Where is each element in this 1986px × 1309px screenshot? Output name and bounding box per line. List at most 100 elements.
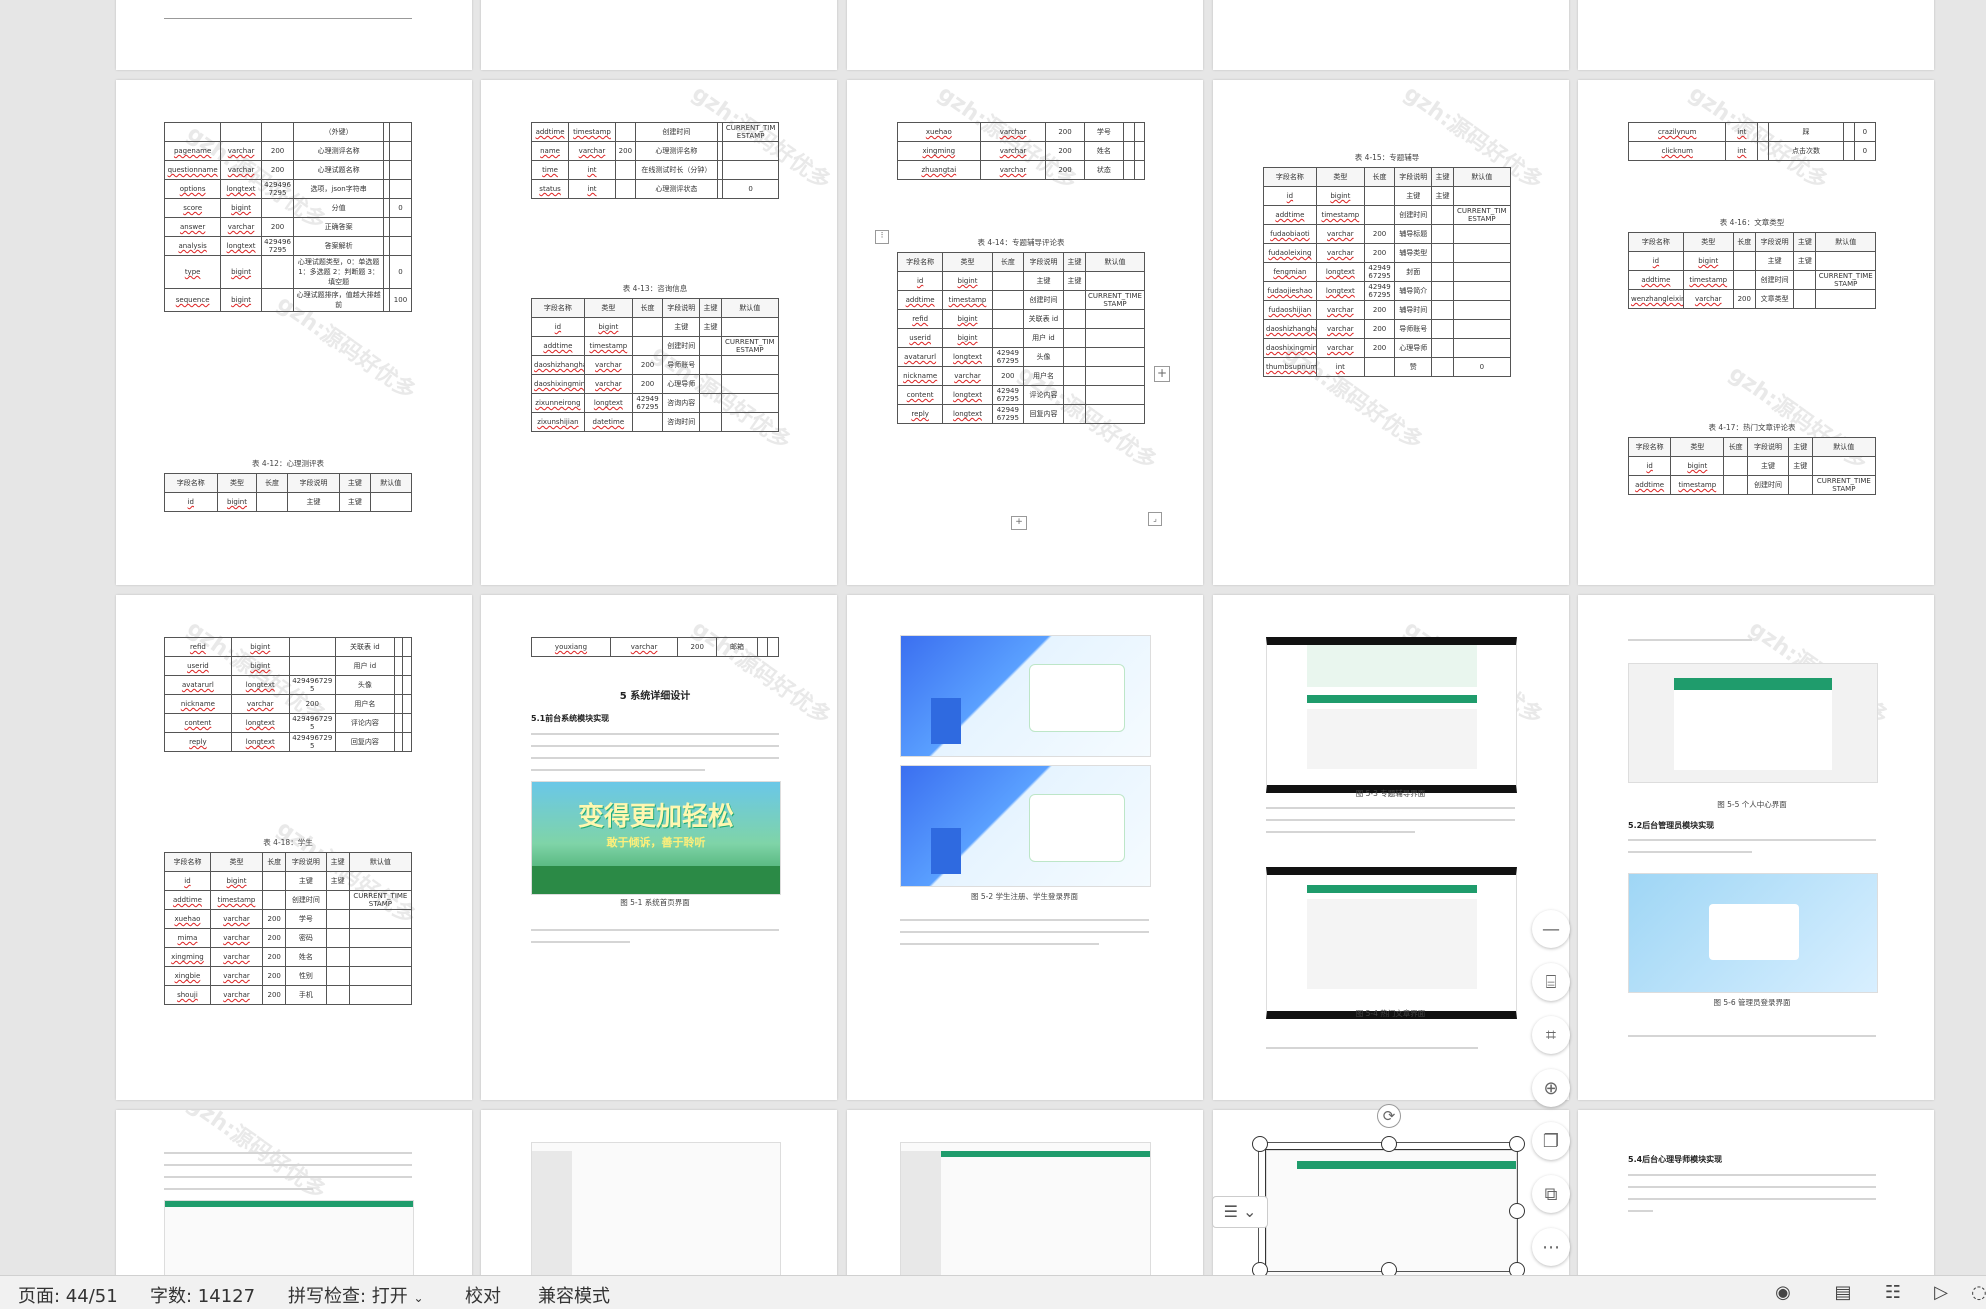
cell: CURRENT_TIMESTAMP: [1815, 270, 1876, 290]
outline-view-icon[interactable]: ☷: [1880, 1280, 1906, 1304]
crop-icon[interactable]: ⌗: [1532, 1016, 1570, 1054]
table-row: refid bigint 关联表 id: [896, 309, 1146, 329]
cell: thumbsupnum: [1263, 357, 1317, 377]
page-p10[interactable]: gzh:源码好优多 图 5-5 个人中心界面 5.2后台管理员模块实现 图 5-…: [1578, 595, 1934, 1100]
cell: [163, 122, 222, 142]
page-p4[interactable]: gzh:源码好优多 gzh:源码好优多 表 4-15：专题辅导 字段名称 类型 长度…: [1213, 80, 1569, 585]
cell: 踩: [1768, 122, 1844, 142]
resize-handle[interactable]: [1252, 1136, 1268, 1152]
add-row-button[interactable]: +: [1011, 516, 1027, 530]
page-p5[interactable]: gzh:源码好优多 gzh:源码好优多 crazilynum int 踩 0 click…: [1578, 80, 1934, 585]
page-p6[interactable]: gzh:源码好优多 gzh:源码好优多 refid bigint 关联表 id use…: [116, 595, 472, 1100]
cell: score: [163, 198, 222, 218]
cell: [1452, 243, 1512, 263]
page-p3[interactable]: gzh:源码好优多 gzh:源码好优多 xuehao varchar 200 学号 xi…: [847, 80, 1203, 585]
eye-protection-icon[interactable]: ◉: [1770, 1280, 1796, 1304]
page-top-4[interactable]: [1213, 0, 1569, 70]
page-top-1[interactable]: [116, 0, 472, 70]
cell: bigint: [942, 271, 993, 291]
page-indicator[interactable]: 页面: 44/51: [18, 1282, 118, 1308]
table-row: xingbie varchar 200 性别: [164, 966, 413, 986]
cell: varchar: [942, 366, 993, 386]
proofread-button[interactable]: 校对: [465, 1282, 501, 1308]
cell: [260, 122, 295, 142]
page-p15[interactable]: 5.4后台心理导师模块实现: [1578, 1110, 1934, 1275]
collapse-icon[interactable]: —: [1532, 910, 1570, 948]
cell: [631, 336, 664, 356]
ocr-icon[interactable]: ⧉: [1532, 1175, 1570, 1213]
table-move-handle[interactable]: ⁝: [875, 230, 889, 244]
cell: [1084, 309, 1146, 329]
cell: 学号: [1083, 122, 1125, 142]
resize-handle[interactable]: [1252, 1262, 1268, 1275]
column-header: 字段名称: [531, 298, 585, 318]
cell: clicknum: [1627, 141, 1727, 161]
cell: content: [164, 713, 232, 733]
admin-screenshot: [531, 1142, 781, 1275]
cell: [388, 217, 413, 237]
cell: 创建时间: [1022, 290, 1064, 310]
more-icon[interactable]: ⋯: [1532, 1228, 1570, 1266]
web-view-icon[interactable]: ◌: [1966, 1280, 1986, 1304]
cell: 主键: [1394, 186, 1433, 206]
cell: [1084, 271, 1146, 291]
cell: fudaobiaoti: [1263, 224, 1317, 244]
cell: pagename: [163, 141, 222, 161]
cell: [1133, 122, 1146, 142]
cell: [720, 393, 780, 413]
cell: [631, 412, 664, 432]
spell-check-toggle[interactable]: 拼写检查: 打开 ⌄: [288, 1282, 424, 1308]
page-top-3[interactable]: [847, 0, 1203, 70]
cell: [720, 317, 780, 337]
cell: [1793, 270, 1817, 290]
cell: longtext: [230, 713, 290, 733]
resize-handle[interactable]: [1509, 1262, 1525, 1275]
cell: 200: [1363, 338, 1396, 358]
column-header: 主键: [1431, 167, 1454, 187]
zoom-in-icon[interactable]: ⊕: [1532, 1069, 1570, 1107]
column-header: 类型: [209, 852, 264, 872]
table-row: id bigint 主键 主键: [164, 492, 413, 512]
table-row: pagename varchar 200 心理测评名称: [163, 141, 413, 161]
play-icon[interactable]: ▷: [1928, 1280, 1954, 1304]
table-row: fudaoleixing varchar 200 辅导类型: [1263, 243, 1512, 263]
page-p7[interactable]: gzh:源码好优多 youxiang varchar 200 邮箱 5 系统详细…: [481, 595, 837, 1100]
resize-handle[interactable]: [1381, 1136, 1397, 1152]
page-p2[interactable]: gzh:源码好优多 gzh:源码好优多 addtime timestamp 创建时间…: [481, 80, 837, 585]
cell: 创建时间: [1394, 205, 1433, 225]
page-p12[interactable]: [481, 1110, 837, 1275]
cell: [1723, 475, 1748, 495]
cell: bigint: [220, 288, 262, 312]
resize-handle[interactable]: [1509, 1203, 1525, 1219]
copy-icon[interactable]: ❐: [1532, 1122, 1570, 1160]
page-top-2[interactable]: [481, 0, 837, 70]
word-count[interactable]: 字数: 14127: [150, 1282, 255, 1308]
cell: [369, 492, 413, 512]
page-p11[interactable]: gzh:源码好优多: [116, 1110, 472, 1275]
document-canvas[interactable]: gzh:源码好优多 gzh:源码好优多 （外键） pagename varchar 2…: [0, 0, 1986, 1275]
profile-form: [1674, 690, 1832, 770]
page-p9[interactable]: gzh:源码好优多 图 5-3 专题辅导界面 图 5-4 热门文章界面: [1213, 595, 1569, 1100]
figure-caption: 图 5-4 热门文章界面: [1355, 1009, 1426, 1018]
cell: 4294967295: [288, 713, 336, 733]
add-column-button[interactable]: +: [1154, 366, 1170, 382]
cell: addtime: [531, 336, 585, 356]
table-resize-handle[interactable]: ⌟: [1148, 512, 1162, 526]
header-bar: [1674, 678, 1832, 690]
rotate-handle-icon[interactable]: ⟳: [1377, 1104, 1401, 1128]
page-p13[interactable]: [847, 1110, 1203, 1275]
layout-options-button[interactable]: ☰ ⌄: [1212, 1196, 1268, 1228]
admin-screenshot: [164, 1200, 414, 1275]
resize-handle[interactable]: [1509, 1136, 1525, 1152]
cell: CURRENT_TIMESTAMP: [722, 122, 779, 142]
resize-handle[interactable]: [1381, 1262, 1397, 1275]
table-row: fudaoshijian varchar 200 辅导时间: [1263, 300, 1512, 320]
cell: [722, 160, 779, 180]
text-wrap-icon[interactable]: ⌸: [1532, 963, 1570, 1001]
page-top-5[interactable]: [1578, 0, 1934, 70]
cell: [1431, 300, 1454, 320]
page-p1[interactable]: gzh:源码好优多 gzh:源码好优多 （外键） pagename varchar 2…: [116, 80, 472, 585]
page-view-icon[interactable]: ▤: [1830, 1280, 1856, 1304]
page-p8[interactable]: 图 5-2 学生注册、学生登录界面: [847, 595, 1203, 1100]
cell: 4294967295: [288, 675, 336, 695]
